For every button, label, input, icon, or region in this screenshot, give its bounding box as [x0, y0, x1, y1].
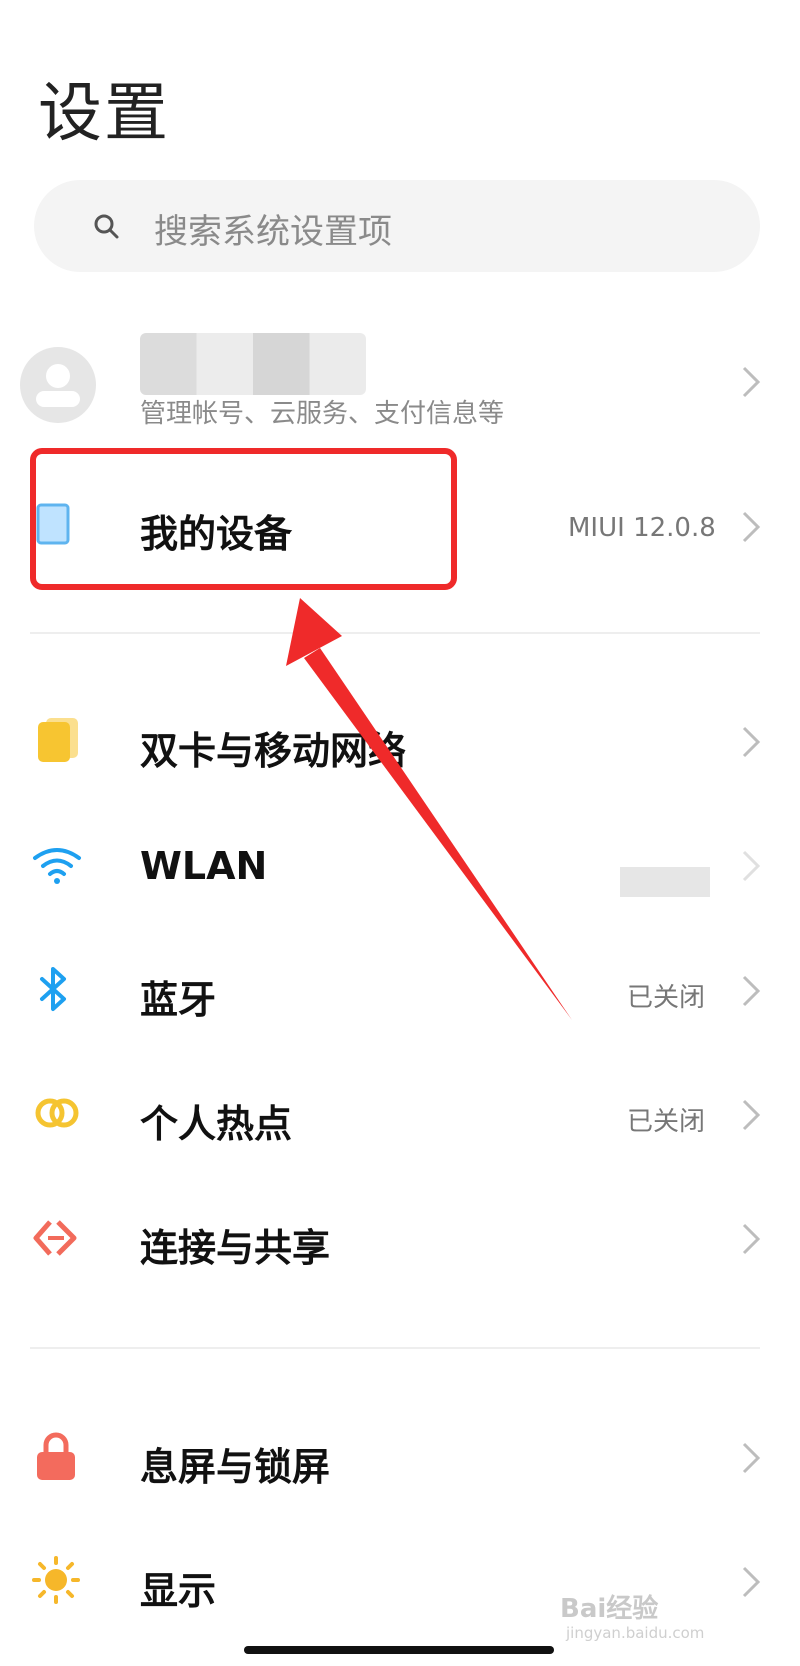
home-indicator[interactable] [244, 1646, 554, 1654]
watermark-logo: Bai经验 [560, 1594, 659, 1624]
annotation-arrow [286, 598, 572, 1020]
watermark-url: jingyan.baidu.com [566, 1624, 705, 1642]
